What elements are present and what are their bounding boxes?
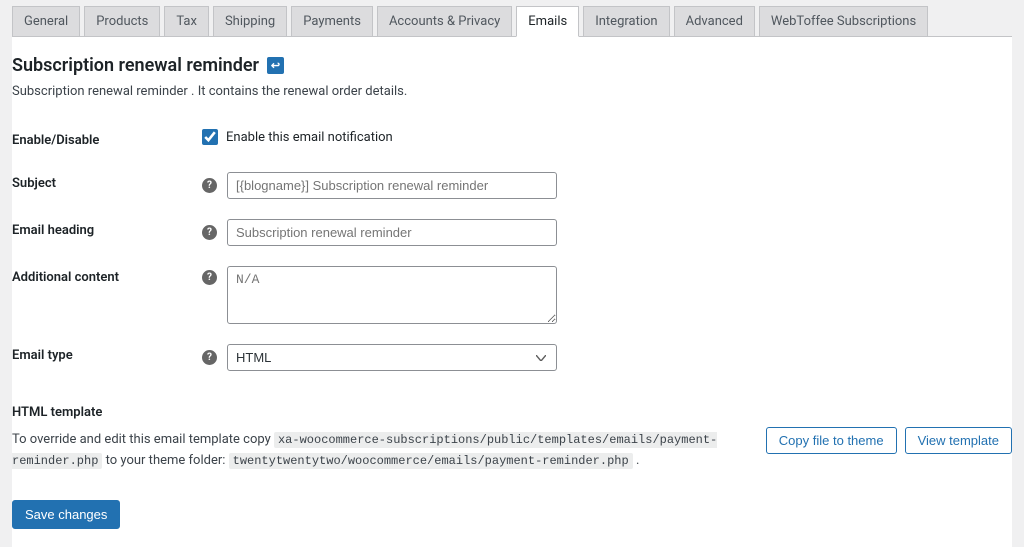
subject-input[interactable] [227, 172, 557, 199]
tab-shipping[interactable]: Shipping [213, 6, 287, 37]
help-icon[interactable]: ? [202, 225, 217, 240]
help-icon[interactable]: ? [202, 178, 217, 193]
page-description: Subscription renewal reminder . It conta… [12, 84, 1012, 119]
heading-label: Email heading [12, 209, 202, 256]
save-button[interactable]: Save changes [12, 500, 120, 529]
enable-label: Enable/Disable [12, 119, 202, 162]
enable-checkbox-label: Enable this email notification [226, 130, 393, 145]
additional-label: Additional content [12, 256, 202, 334]
help-icon[interactable]: ? [202, 270, 217, 285]
enable-checkbox[interactable] [202, 129, 218, 145]
template-dest-path: twentytwentytwo/woocommerce/emails/payme… [229, 453, 633, 469]
view-template-button[interactable]: View template [905, 427, 1012, 454]
help-icon[interactable]: ? [202, 350, 217, 365]
settings-tabs: GeneralProductsTaxShippingPaymentsAccoun… [0, 0, 1024, 37]
template-mid-text: to your theme folder: [106, 453, 229, 468]
subject-label: Subject [12, 162, 202, 209]
template-pre-text: To override and edit this email template… [12, 432, 274, 447]
settings-panel: Subscription renewal reminder ↩ Subscrip… [12, 36, 1012, 547]
template-description: To override and edit this email template… [12, 430, 746, 472]
tab-products[interactable]: Products [84, 6, 160, 37]
tab-webtoffee-subscriptions[interactable]: WebToffee Subscriptions [759, 6, 928, 37]
tab-advanced[interactable]: Advanced [674, 6, 755, 37]
settings-form: Enable/Disable Enable this email notific… [12, 119, 1012, 381]
email-type-label: Email type [12, 334, 202, 381]
back-icon[interactable]: ↩ [267, 57, 284, 74]
tab-emails[interactable]: Emails [516, 6, 579, 37]
tab-general[interactable]: General [12, 6, 80, 37]
tab-payments[interactable]: Payments [291, 6, 373, 37]
tab-tax[interactable]: Tax [164, 6, 209, 37]
page-title: Subscription renewal reminder ↩ [12, 55, 1012, 84]
tab-integration[interactable]: Integration [583, 6, 669, 37]
heading-input[interactable] [227, 219, 557, 246]
template-section: HTML template To override and edit this … [12, 405, 1012, 472]
additional-content-input[interactable] [227, 266, 557, 324]
email-type-select[interactable]: HTML [227, 344, 557, 371]
tab-accounts-privacy[interactable]: Accounts & Privacy [377, 6, 512, 37]
page-title-text: Subscription renewal reminder [12, 55, 259, 76]
copy-file-button[interactable]: Copy file to theme [766, 427, 897, 454]
template-title: HTML template [12, 405, 746, 420]
template-post-text: . [636, 453, 639, 468]
